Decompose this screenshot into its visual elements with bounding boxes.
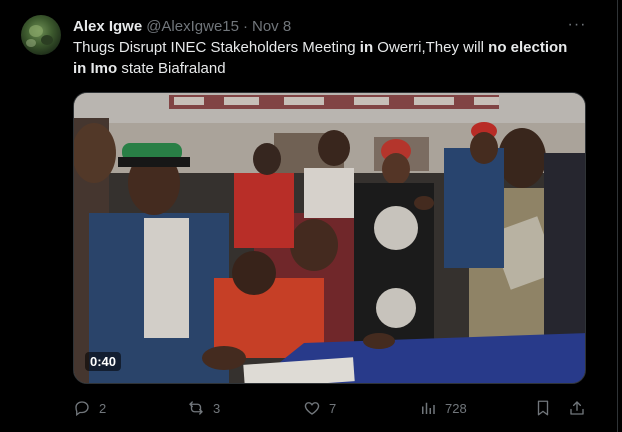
tweet-text-segment-bold: no election [488, 39, 568, 56]
tweet-text-segment-bold: in Imo [73, 60, 118, 77]
reply-button[interactable]: 2 [73, 397, 106, 419]
views-button[interactable]: 728 [419, 397, 467, 419]
video-frame [74, 93, 585, 383]
like-count: 7 [329, 400, 337, 416]
tweet-text-segment-bold: in [359, 39, 374, 56]
bookmark-icon [537, 400, 549, 416]
author-display-name[interactable]: Alex Igwe [73, 18, 142, 35]
share-button[interactable] [568, 397, 586, 419]
bookmark-button[interactable] [534, 397, 552, 419]
tweet-date[interactable]: Nov 8 [252, 18, 291, 35]
video-duration: 0:40 [85, 352, 122, 371]
views-icon [422, 402, 435, 414]
reply-count: 2 [99, 400, 107, 416]
repost-button[interactable]: 3 [187, 397, 220, 419]
author-avatar[interactable] [21, 15, 61, 55]
avatar-detail [29, 25, 43, 37]
avatar-detail [41, 35, 53, 45]
repost-count: 3 [213, 400, 221, 416]
tweet-text: Thugs Disrupt INEC Stakeholders Meeting … [73, 37, 593, 79]
reply-icon [75, 401, 89, 417]
tweet-text-segment: state Biafraland [117, 60, 226, 77]
author-handle[interactable]: @AlexIgwe15 [146, 18, 239, 35]
tweet-card[interactable]: Alex Igwe @AlexIgwe15 · Nov 8 ··· Thugs … [0, 0, 618, 432]
tweet-text-segment: Owerri,They will [373, 39, 489, 56]
heart-icon [304, 402, 320, 415]
more-options-button[interactable]: ··· [567, 16, 587, 36]
tweet-text-segment: Thugs Disrupt INEC Stakeholders Meeting [73, 39, 360, 56]
header-separator: · [242, 17, 248, 35]
like-button[interactable]: 7 [303, 397, 336, 419]
repost-icon [189, 401, 203, 415]
share-icon [570, 401, 584, 415]
video-player[interactable]: 0:40 [73, 92, 586, 384]
avatar-detail [26, 39, 36, 47]
views-count: 728 [445, 400, 467, 416]
ellipsis-icon: ··· [567, 16, 587, 33]
tweet-header: Alex Igwe @AlexIgwe15 · Nov 8 [73, 16, 291, 36]
tweet-actions: 2 3 7 728 [73, 397, 588, 419]
